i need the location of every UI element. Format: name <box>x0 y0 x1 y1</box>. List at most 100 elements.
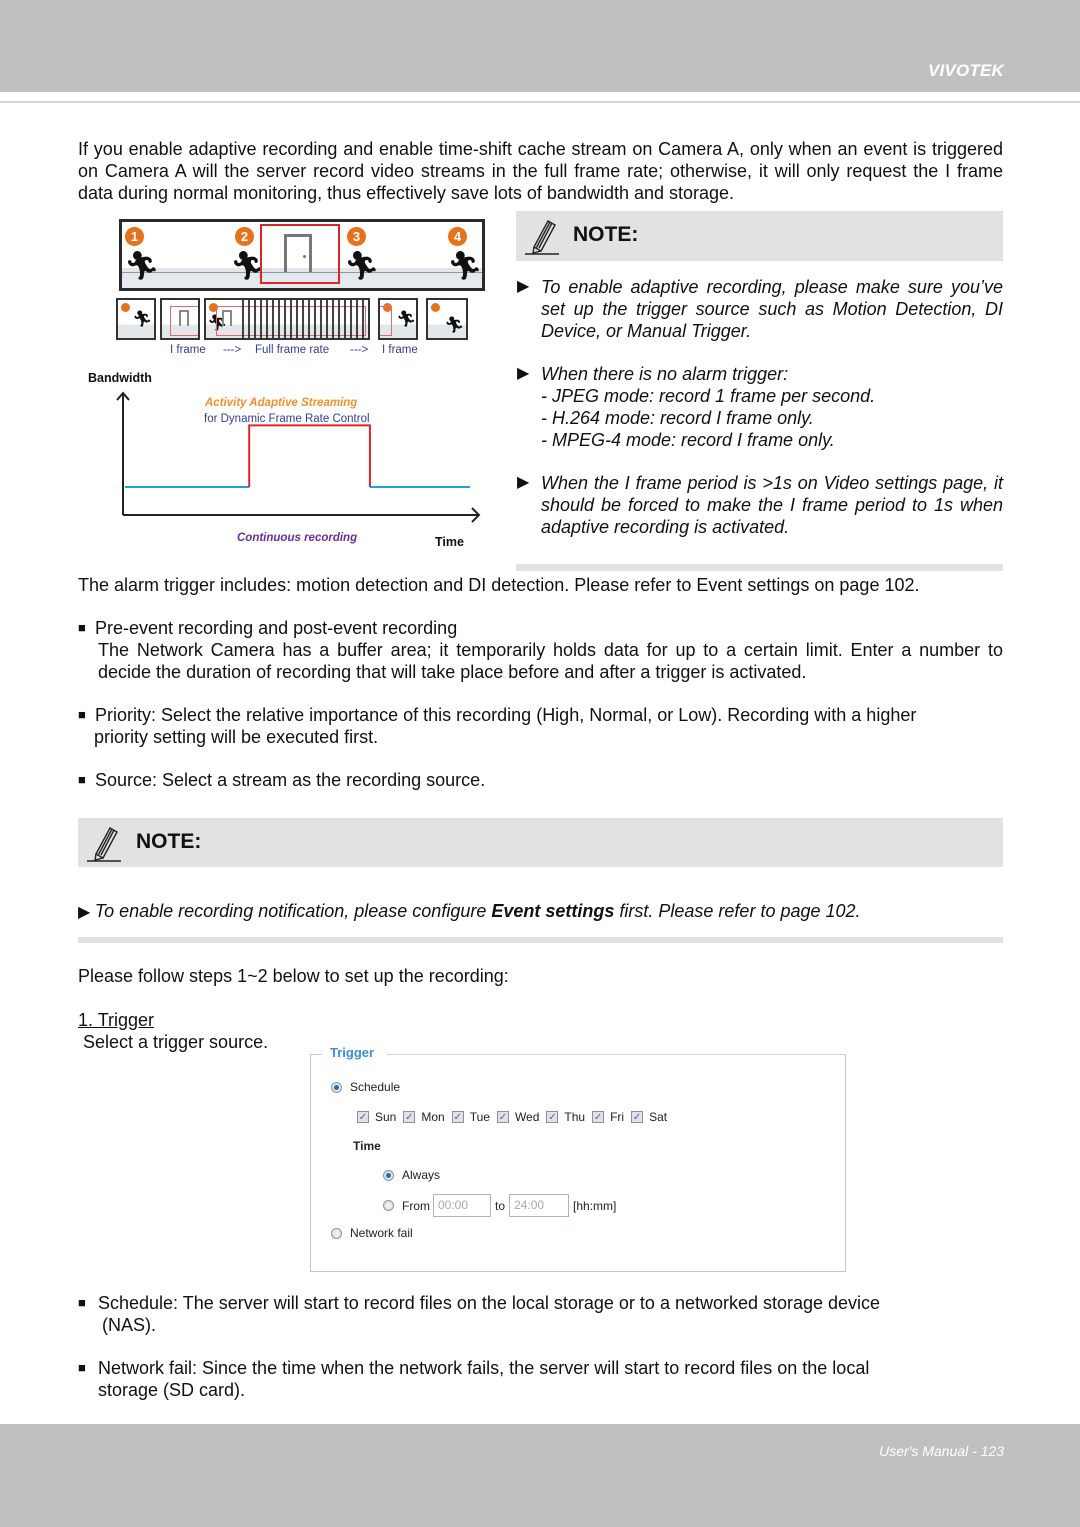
day-checkbox-wed[interactable]: ✓ Wed <box>496 1110 546 1124</box>
always-radio[interactable]: Always <box>383 1168 440 1182</box>
frame-thumb: 🏃︎ <box>116 298 156 340</box>
pencil-icon <box>87 827 121 862</box>
door-icon <box>179 310 189 326</box>
frame-thumb: 🏃︎ <box>426 298 468 340</box>
network-fail-label: Network fail <box>350 1226 413 1240</box>
radio-unselected-icon[interactable] <box>331 1227 342 1239</box>
step-description: Select a trigger source. <box>83 1032 269 1052</box>
note-header: NOTE: <box>78 818 1003 867</box>
bullet-network-fail: ■ Network fail: Since the time when the … <box>78 1357 1003 1401</box>
bullet-heading: Priority: Select the relative importance… <box>95 705 917 725</box>
note-item: ▶ To enable adaptive recording, please m… <box>517 276 1003 342</box>
fieldset-border <box>310 1054 322 1055</box>
brand-logo: VIVOTEK <box>927 61 1004 80</box>
trigger-panel: Trigger Schedule ✓ Sun ✓ Mon ✓ Tue ✓ Wed ✓ Thu ✓ Fr… <box>310 1045 846 1272</box>
frame-stripes <box>242 300 368 338</box>
schedule-label: Schedule <box>350 1080 401 1094</box>
checkbox-checked-icon[interactable]: ✓ <box>403 1111 416 1123</box>
header-divider <box>0 101 1080 103</box>
pencil-icon <box>525 220 559 255</box>
note-header: NOTE: <box>516 211 1003 261</box>
checkbox-checked-icon[interactable]: ✓ <box>357 1111 369 1123</box>
running-person-icon: 🏃︎ <box>447 250 483 281</box>
note-footer-bar <box>78 937 1003 943</box>
alarm-paragraph: The alarm trigger includes: motion detec… <box>78 575 920 595</box>
frame-thumbnails: 🏃︎ 🏃︎ 🏃︎ 🏃︎ <box>116 298 476 342</box>
step-badge: 2 <box>235 227 254 246</box>
square-bullet-icon: ■ <box>78 1360 86 1375</box>
caption-arrow: ---> <box>350 344 369 356</box>
day-label: Mon <box>421 1110 445 1124</box>
caption-i-frame: I frame <box>170 344 206 356</box>
note-item: ▶ When the I frame period is >1s on Vide… <box>517 472 1003 538</box>
note-footer-bar <box>516 564 1003 571</box>
day-checkbox-tue[interactable]: ✓ Tue <box>451 1110 497 1124</box>
bullet-pre-post-event: ■ Pre-event recording and post-event rec… <box>78 617 1003 683</box>
always-label: Always <box>402 1168 441 1182</box>
adaptive-recording-figure: 1 2 3 4 🏃︎ 🏃︎ 🏃︎ 🏃︎ 🏃︎ 🏃︎ 🏃︎ 🏃︎ I frame … <box>86 214 496 564</box>
bullet-heading: Network fail: Since the time when the ne… <box>98 1358 870 1378</box>
bullet-heading: Pre-event recording and post-event recor… <box>95 618 458 638</box>
door-icon <box>284 234 312 272</box>
bullet-heading: Schedule: The server will start to recor… <box>98 1293 881 1313</box>
from-time-input[interactable]: 00:00 <box>433 1194 491 1217</box>
triangle-bullet-icon: ▶ <box>78 904 95 921</box>
footer-band <box>0 1424 1080 1527</box>
to-label: to <box>495 1198 506 1213</box>
square-bullet-icon: ■ <box>78 620 86 635</box>
radio-unselected-icon[interactable] <box>383 1200 394 1211</box>
chart-series <box>125 424 470 488</box>
day-label: Sat <box>649 1110 668 1124</box>
day-label: Tue <box>469 1110 490 1124</box>
motion-detection-window <box>260 224 340 284</box>
day-checkbox-sat[interactable]: ✓ Sat <box>631 1110 674 1124</box>
time-heading: Time <box>353 1139 381 1153</box>
detection-frame <box>380 306 392 336</box>
caption-arrow: ---> <box>223 344 242 356</box>
note-sub-item: - JPEG mode: record 1 frame per second. <box>541 386 876 406</box>
note-text: first. Please refer to page 102. <box>614 901 861 921</box>
network-fail-radio[interactable]: Network fail <box>331 1226 413 1240</box>
x-axis-label: Time <box>435 535 464 549</box>
checkbox-checked-icon[interactable]: ✓ <box>592 1111 605 1123</box>
intro-paragraph: If you enable adaptive recording and ena… <box>78 139 1003 203</box>
step-badge-mini <box>121 303 130 312</box>
checkbox-checked-icon[interactable]: ✓ <box>451 1111 464 1123</box>
checkbox-checked-icon[interactable]: ✓ <box>546 1111 559 1123</box>
bullet-source: ■ Source: Select a stream as the recordi… <box>78 769 1003 791</box>
running-person-icon: 🏃︎ <box>396 311 417 328</box>
frame-thumb <box>160 298 200 340</box>
steps-intro: Please follow steps 1~2 below to set up … <box>78 966 509 986</box>
bullet-heading: Source: Select a stream as the recording… <box>95 770 486 790</box>
note-sub-item: - H.264 mode: record I frame only. <box>541 408 814 428</box>
header-band: VIVOTEK <box>0 0 1080 92</box>
step-badge: 3 <box>347 227 366 246</box>
full-frame-rate-strip: 🏃︎ <box>204 298 370 340</box>
radio-selected-icon[interactable] <box>383 1169 394 1181</box>
square-bullet-icon: ■ <box>78 707 86 722</box>
note-text: When there is no alarm trigger: <box>541 364 789 384</box>
time-format-hint: [hh:mm] <box>573 1198 617 1213</box>
series-line-adaptive-streaming <box>248 424 371 487</box>
bullet-schedule: ■ Schedule: The server will start to rec… <box>78 1292 1003 1336</box>
from-radio[interactable]: From 00:00 to 24:00 [hh:mm] <box>383 1194 616 1217</box>
day-checkbox-sun[interactable]: ✓ Sun <box>357 1110 403 1124</box>
schedule-radio[interactable]: Schedule <box>331 1080 400 1094</box>
checkbox-checked-icon[interactable]: ✓ <box>496 1111 509 1123</box>
day-checkbox-fri[interactable]: ✓ Fri <box>592 1110 631 1124</box>
trigger-legend: Trigger <box>330 1045 375 1060</box>
weekday-checkboxes: ✓ Sun ✓ Mon ✓ Tue ✓ Wed ✓ Thu ✓ Fri ✓ Sat <box>357 1110 674 1124</box>
day-checkbox-thu[interactable]: ✓ Thu <box>546 1110 592 1124</box>
day-checkbox-mon[interactable]: ✓ Mon <box>403 1110 451 1124</box>
step-badge-mini <box>431 303 440 312</box>
note-title: NOTE: <box>573 223 639 246</box>
day-label: Wed <box>514 1110 540 1124</box>
to-time-input[interactable]: 24:00 <box>509 1194 570 1217</box>
scene-illustration: 1 2 3 4 🏃︎ 🏃︎ 🏃︎ 🏃︎ <box>119 219 485 291</box>
running-person-icon: 🏃︎ <box>132 311 153 328</box>
running-person-icon: 🏃︎ <box>124 250 160 281</box>
radio-selected-icon[interactable] <box>331 1081 342 1093</box>
checkbox-checked-icon[interactable]: ✓ <box>631 1111 644 1123</box>
note-event-settings: ▶ To enable recording notification, plea… <box>78 900 1003 924</box>
step-title: 1. Trigger <box>78 1010 155 1030</box>
